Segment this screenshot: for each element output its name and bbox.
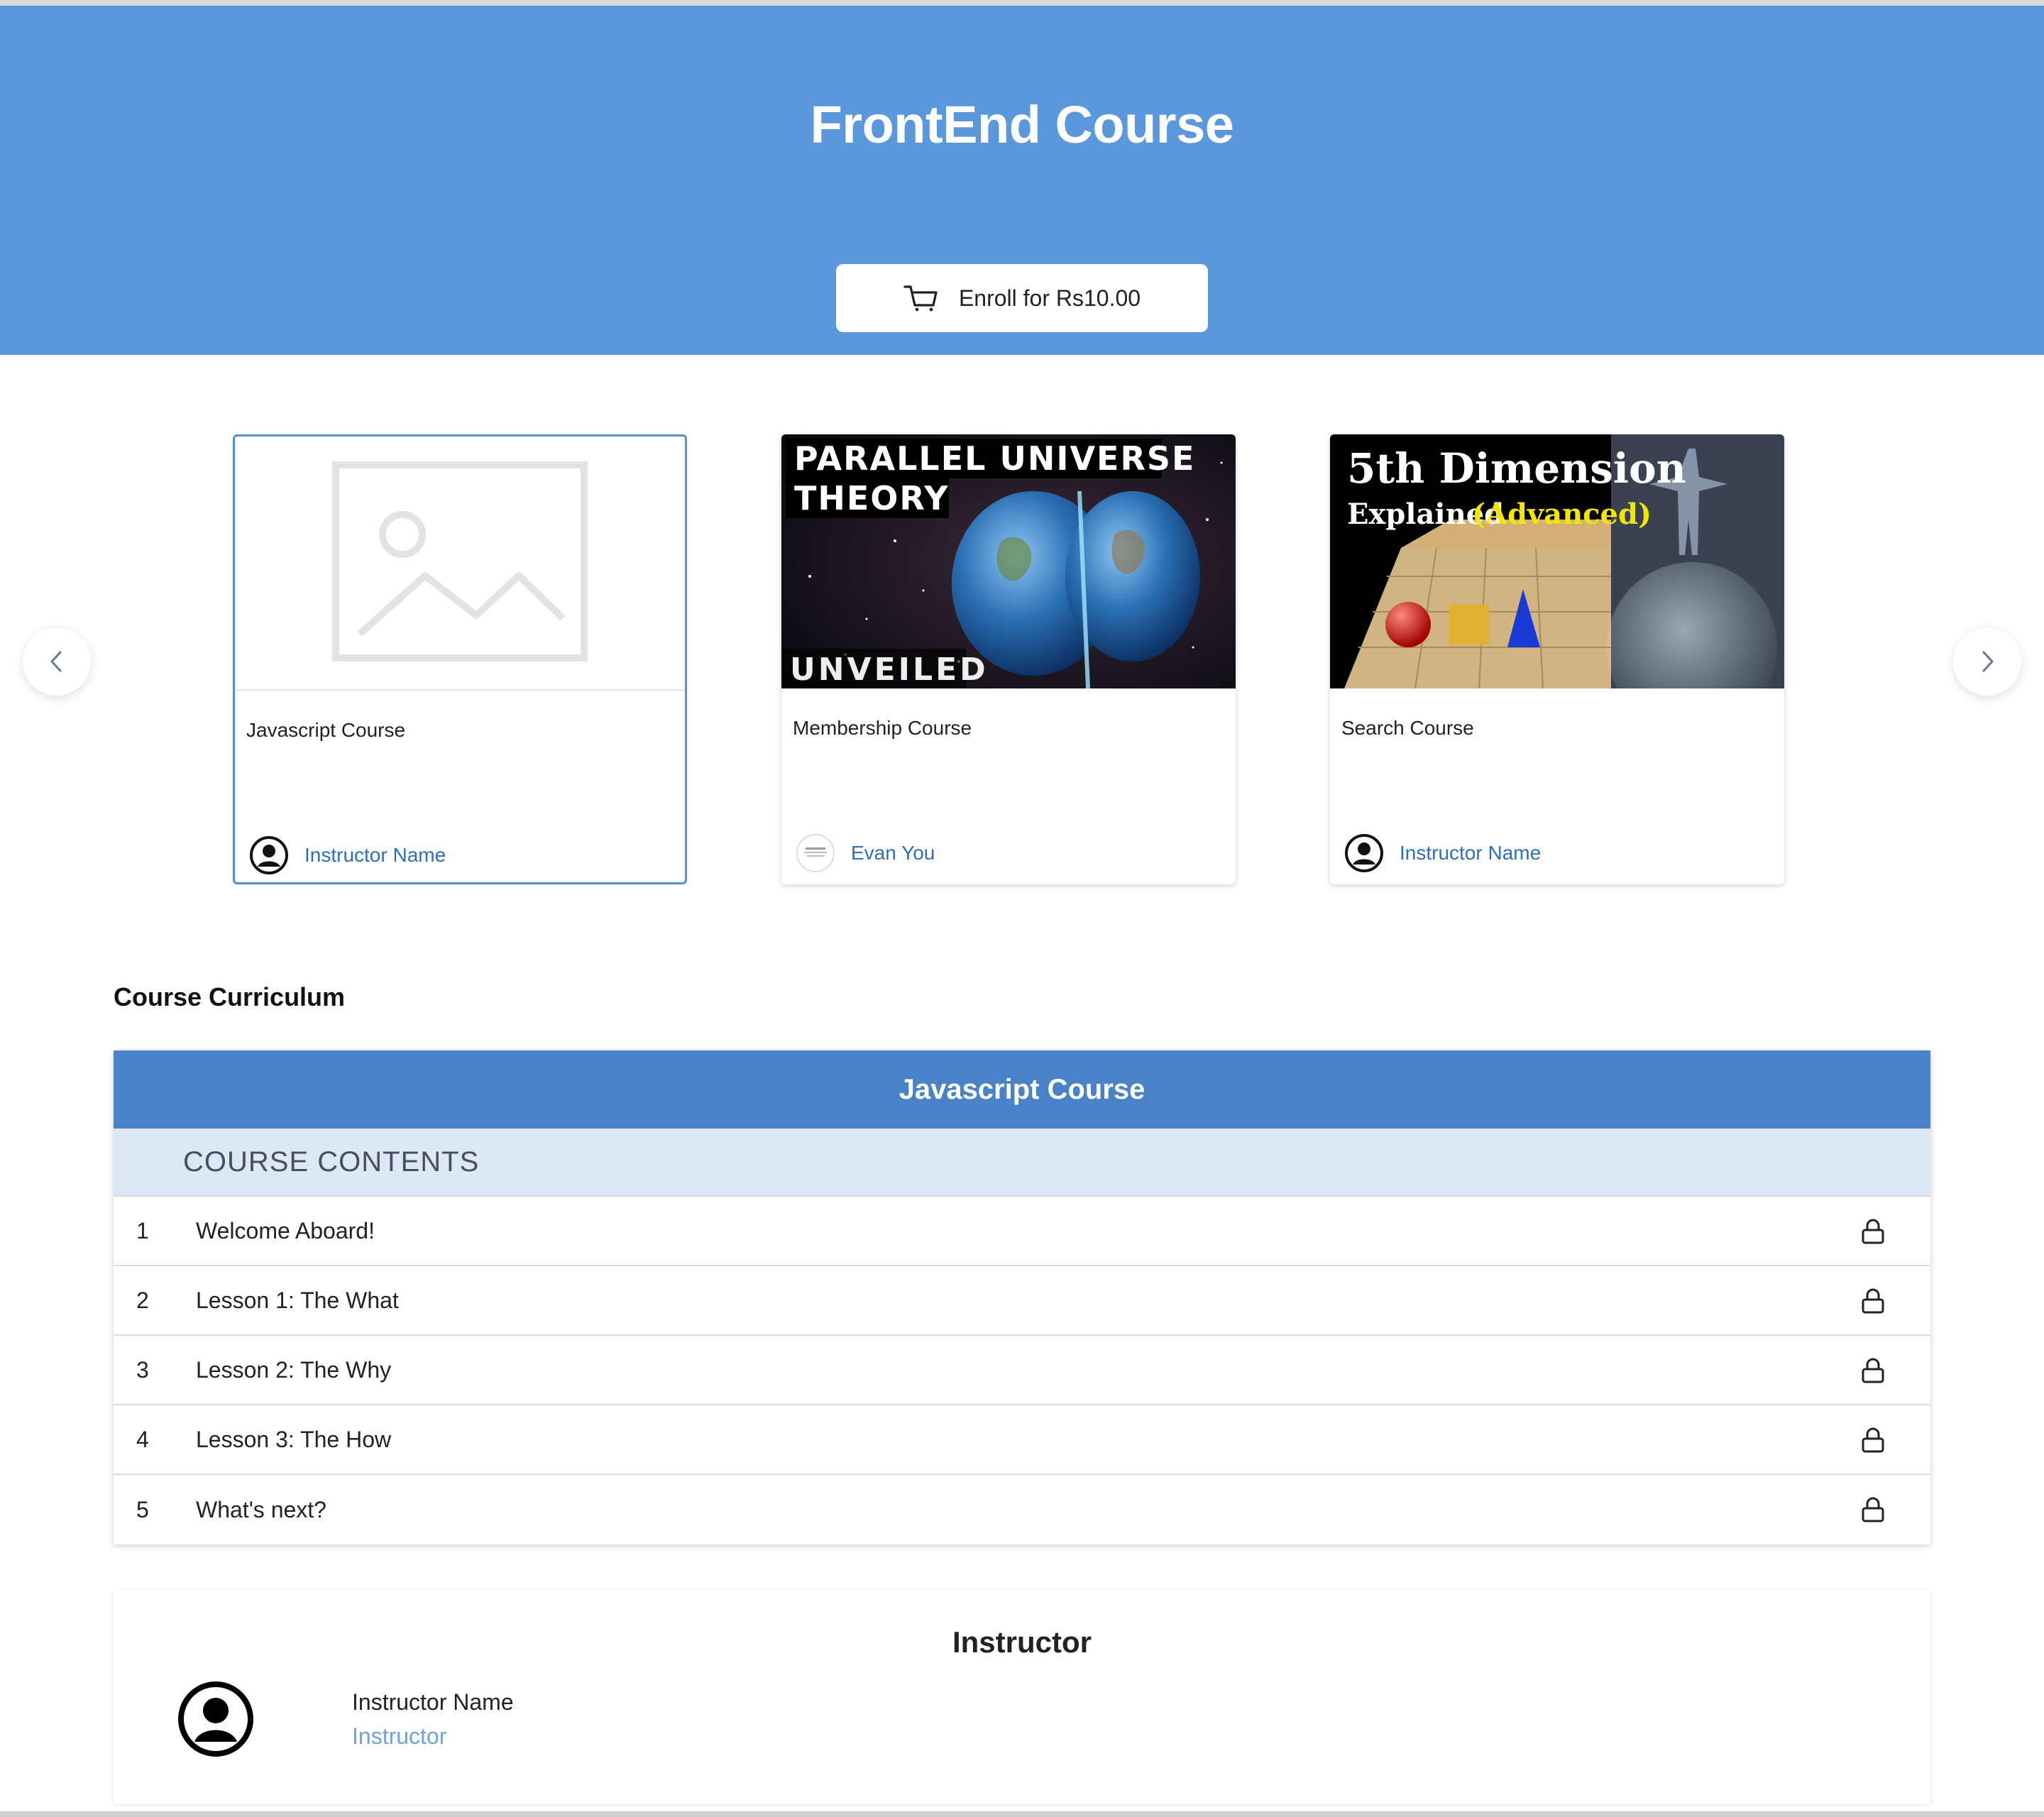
card-title: Membership Course [793, 717, 972, 739]
curriculum-course-title: Javascript Course [114, 1050, 1930, 1129]
carousel-prev-button[interactable] [23, 627, 91, 696]
image-placeholder-icon [235, 437, 685, 689]
instructor-role: Instructor [352, 1723, 447, 1749]
curriculum-section-title: Course Curriculum [114, 982, 346, 1011]
lesson-number: 2 [136, 1287, 149, 1313]
user-circle-icon [1345, 834, 1383, 872]
card-instructor[interactable]: Evan You [796, 833, 935, 873]
card-instructor-name: Instructor Name [1400, 842, 1542, 864]
enroll-label: Enroll for Rs10.00 [958, 285, 1141, 311]
card-instructor-name: Instructor Name [304, 844, 446, 866]
lesson-row[interactable]: 4 Lesson 3: The How [114, 1405, 1930, 1475]
lock-icon [1862, 1219, 1884, 1244]
lesson-title: Welcome Aboard! [196, 1217, 375, 1244]
parallel-universe-thumbnail: PARALLEL UNIVERSE THEORY UNVEILED [781, 434, 1236, 688]
instructor-avatar-icon [796, 834, 835, 872]
lesson-row[interactable]: 1 Welcome Aboard! [114, 1197, 1930, 1266]
card-title: Javascript Course [246, 719, 406, 741]
instructor-name: Instructor Name [352, 1689, 514, 1715]
course-card-membership[interactable]: PARALLEL UNIVERSE THEORY UNVEILED Member… [781, 434, 1236, 884]
user-circle-icon [178, 1681, 253, 1757]
top-border [0, 0, 2044, 6]
lesson-title: Lesson 1: The What [196, 1287, 399, 1313]
card-thumbnail: 5th Dimension Explained (Advanced) [1330, 434, 1784, 688]
lesson-title: What's next? [196, 1496, 326, 1522]
instructor-heading: Instructor [952, 1625, 1092, 1659]
lesson-number: 3 [136, 1356, 149, 1383]
carousel-next-button[interactable] [1953, 627, 2021, 696]
lesson-row[interactable]: 3 Lesson 2: The Why [114, 1336, 1930, 1405]
page-title: FrontEnd Course [810, 95, 1234, 154]
instructor-section: Instructor Instructor Name Instructor [114, 1590, 1930, 1804]
lesson-number: 5 [136, 1496, 149, 1522]
chevron-left-icon [50, 651, 62, 672]
lesson-row[interactable]: 2 Lesson 1: The What [114, 1266, 1930, 1336]
lesson-number: 1 [136, 1217, 149, 1244]
card-instructor[interactable]: Instructor Name [1344, 833, 1541, 873]
lesson-row[interactable]: 5 What's next? [114, 1475, 1930, 1544]
lock-icon [1862, 1497, 1884, 1522]
bottom-border [0, 1811, 2044, 1817]
lesson-number: 4 [136, 1426, 149, 1452]
user-circle-icon [250, 836, 288, 874]
card-instructor-name: Evan You [851, 842, 935, 864]
course-hero: FrontEnd Course Enroll for Rs10.00 [0, 6, 2044, 355]
svg-text:PARALLEL UNIVERSE: PARALLEL UNIVERSE [794, 439, 1195, 478]
card-thumbnail: PARALLEL UNIVERSE THEORY UNVEILED [781, 434, 1236, 688]
svg-text:THEORY: THEORY [794, 479, 950, 517]
course-card-search[interactable]: 5th Dimension Explained (Advanced) Searc… [1330, 434, 1784, 884]
card-thumbnail [235, 437, 685, 691]
chevron-right-icon [1982, 651, 1994, 672]
lesson-title: Lesson 2: The Why [196, 1356, 392, 1383]
lock-icon [1862, 1427, 1884, 1453]
course-curriculum: Javascript Course COURSE CONTENTS 1 Welc… [114, 1050, 1930, 1544]
cart-icon [903, 285, 938, 312]
course-contents-label: COURSE CONTENTS [114, 1129, 1930, 1197]
lock-icon [1862, 1288, 1884, 1314]
card-title: Search Course [1341, 717, 1474, 739]
lock-icon [1862, 1358, 1884, 1383]
fifth-dimension-thumbnail: 5th Dimension Explained (Advanced) [1330, 434, 1784, 688]
course-card-javascript[interactable]: Javascript Course Instructor Name [233, 434, 687, 884]
lesson-title: Lesson 3: The How [196, 1426, 392, 1452]
card-instructor[interactable]: Instructor Name [249, 835, 446, 875]
svg-text:(Advanced): (Advanced) [1472, 498, 1652, 531]
enroll-button[interactable]: Enroll for Rs10.00 [836, 264, 1208, 332]
svg-text:5th Dimension: 5th Dimension [1347, 444, 1686, 493]
svg-text:UNVEILED: UNVEILED [790, 652, 989, 688]
